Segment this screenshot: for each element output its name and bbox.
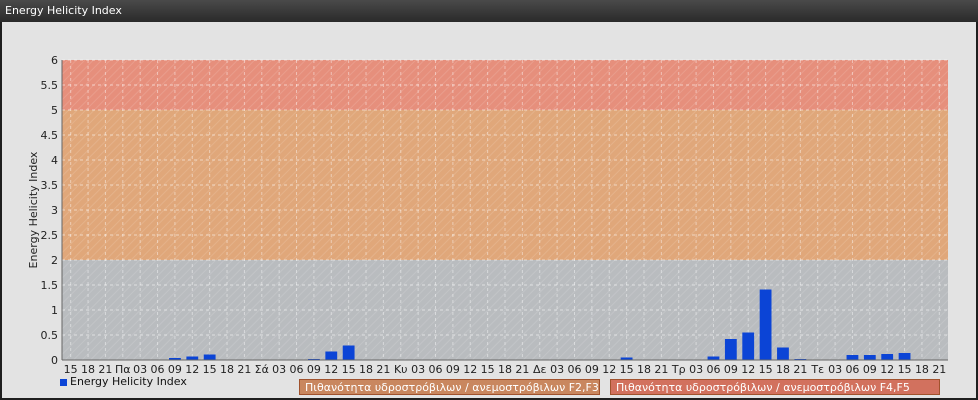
y-tick-label: 0	[51, 354, 58, 367]
x-tick-label: 09	[446, 363, 460, 376]
x-tick-label: 03	[272, 363, 286, 376]
x-tick-label: 06	[567, 363, 581, 376]
bar	[325, 351, 338, 360]
bar	[724, 339, 737, 360]
x-tick-label: 03	[550, 363, 564, 376]
x-tick-label: 12	[324, 363, 338, 376]
x-tick-label: 03	[689, 363, 703, 376]
bar	[846, 355, 859, 360]
x-tick-label: 12	[880, 363, 894, 376]
y-tick-label: 1	[51, 304, 58, 317]
chart-window: Energy Helicity Index 0 0.5 1 1.5 2 2.5 3 3.5 4 4…	[0, 0, 978, 400]
x-tick-label: 18	[776, 363, 790, 376]
x-tick-label: 21	[932, 363, 946, 376]
y-tick-label: 3	[51, 204, 58, 217]
x-tick-label: 03	[828, 363, 842, 376]
x-tick-label: 18	[220, 363, 234, 376]
x-tick-label: 15	[898, 363, 912, 376]
bar	[342, 345, 355, 360]
x-tick-label: Τρ	[671, 363, 686, 376]
band-legend-f2f3: Πιθανότητα υδροστρόβιλων / ανεμοστρόβιλω…	[299, 379, 600, 395]
legend-swatch	[60, 378, 67, 386]
x-tick-label: 09	[307, 363, 321, 376]
x-tick-label: 15	[203, 363, 217, 376]
y-tick-label: 6	[51, 54, 58, 67]
bar	[186, 356, 199, 360]
bar	[863, 355, 876, 360]
x-tick-label: 12	[463, 363, 477, 376]
bar	[759, 289, 772, 360]
y-tick-label: 2	[51, 254, 58, 267]
y-tick-label: 5.5	[41, 79, 59, 92]
x-tick-label: 06	[429, 363, 443, 376]
y-tick-label: 2.5	[41, 229, 59, 242]
x-tick-label: 18	[637, 363, 651, 376]
y-tick-label: 3.5	[41, 179, 59, 192]
x-tick-label: Δε	[533, 363, 547, 376]
x-tick-label: Σά	[255, 363, 269, 376]
x-tick-label: 21	[654, 363, 668, 376]
y-tick-label: 1.5	[41, 279, 59, 292]
x-tick-label: 21	[237, 363, 251, 376]
bar	[707, 356, 720, 360]
y-tick-label: 4	[51, 154, 58, 167]
legend: Energy Helicity Index	[60, 375, 187, 388]
bar	[898, 353, 911, 360]
x-tick-label: 18	[359, 363, 373, 376]
x-tick-label: 09	[585, 363, 599, 376]
x-tick-label: 21	[793, 363, 807, 376]
x-tick-label: 15	[481, 363, 495, 376]
x-tick-label: 15	[342, 363, 356, 376]
x-tick-label: 06	[845, 363, 859, 376]
legend-label: Energy Helicity Index	[70, 375, 187, 388]
band-legend-f4f5: Πιθανότητα υδροστρόβιλων / ανεμοστρόβιλω…	[610, 379, 940, 395]
bar	[742, 332, 755, 360]
x-tick-label: 21	[376, 363, 390, 376]
x-tick-label: 12	[741, 363, 755, 376]
x-tick-label: 09	[724, 363, 738, 376]
bar	[203, 354, 216, 360]
y-tick-label: 4.5	[41, 129, 59, 142]
y-tick-label: 0.5	[41, 329, 59, 342]
y-tick-label: 5	[51, 104, 58, 117]
x-tick-label: 06	[290, 363, 304, 376]
x-tick-label: Τε	[810, 363, 824, 376]
x-tick-label: 12	[185, 363, 199, 376]
x-tick-label: Κυ	[394, 363, 408, 376]
x-tick-label: 18	[498, 363, 512, 376]
y-axis-title: Energy Helicity Index	[27, 151, 40, 268]
x-tick-label: 12	[602, 363, 616, 376]
bar	[881, 354, 894, 360]
x-tick-label: 18	[915, 363, 929, 376]
x-tick-label: 21	[515, 363, 529, 376]
chart-svg: 00.511.522.533.544.555.5615 18 21 Πα 03 06 09 1…	[27, 54, 948, 376]
x-tick-label: 03	[411, 363, 425, 376]
x-tick-label: 09	[863, 363, 877, 376]
x-tick-label: 06	[706, 363, 720, 376]
bar	[777, 347, 789, 360]
x-tick-label: 15	[620, 363, 634, 376]
x-tick-label: 15	[759, 363, 773, 376]
